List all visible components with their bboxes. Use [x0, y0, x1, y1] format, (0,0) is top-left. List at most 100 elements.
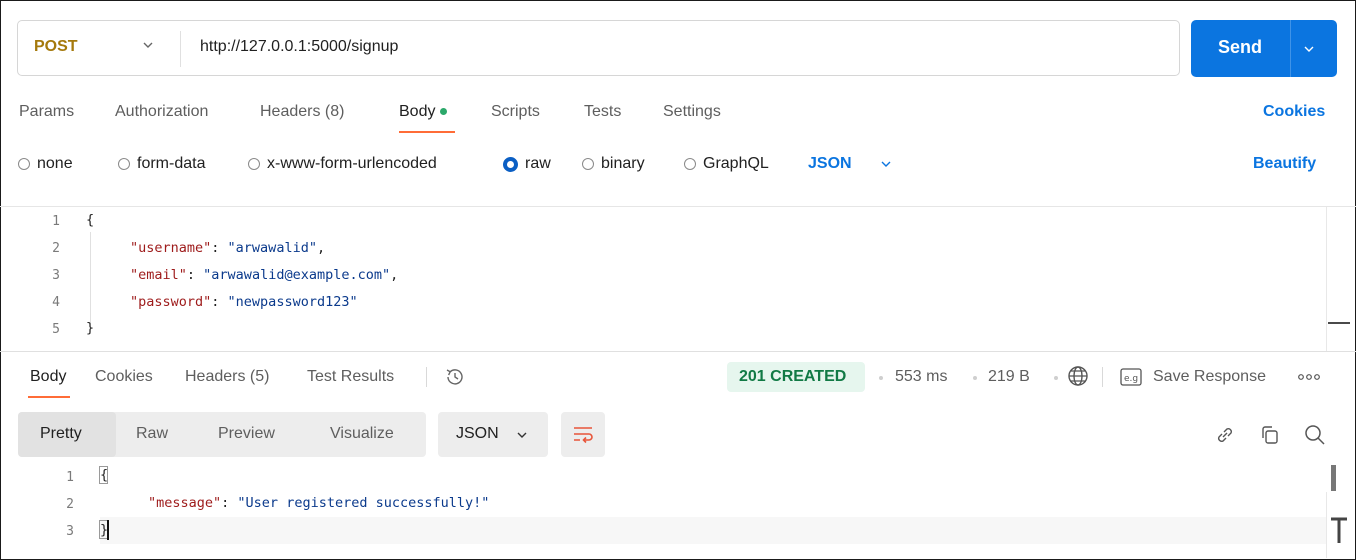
url-bar: POST http://127.0.0.1:5000/signup — [17, 20, 1180, 76]
line-number: 1 — [66, 470, 74, 485]
radio-selected-icon — [503, 156, 518, 172]
separator — [1102, 367, 1103, 387]
line-number: 4 — [52, 295, 60, 310]
wrap-lines-icon — [574, 427, 593, 444]
radio-label: none — [37, 155, 73, 172]
radio-x-www-form-urlencoded[interactable]: x-www-form-urlencoded — [248, 155, 437, 173]
view-mode-pretty[interactable]: Pretty — [40, 425, 82, 443]
view-mode-visualize[interactable]: Visualize — [330, 425, 394, 443]
line-number: 2 — [66, 497, 74, 512]
radio-label: binary — [601, 155, 645, 172]
cookies-link[interactable]: Cookies — [1263, 103, 1325, 121]
radio-binary[interactable]: binary — [582, 155, 645, 173]
line-number: 3 — [52, 268, 60, 283]
code-line: "email": "arwawalid@example.com", — [130, 267, 399, 283]
radio-none[interactable]: none — [18, 155, 73, 173]
history-icon[interactable] — [444, 366, 466, 388]
response-tab-cookies[interactable]: Cookies — [95, 368, 153, 386]
svg-text:e.g: e.g — [1124, 374, 1138, 384]
response-scrollbar-thumb[interactable] — [1331, 465, 1336, 491]
editor-scrollbar[interactable] — [1326, 207, 1327, 351]
view-mode-preview[interactable]: Preview — [218, 425, 275, 443]
json-key: "message" — [148, 495, 222, 511]
line-number: 3 — [66, 524, 74, 539]
code-brace: } — [86, 320, 95, 336]
line-number: 2 — [52, 241, 60, 256]
tab-body-label: Body — [399, 103, 436, 120]
radio-label: GraphQL — [703, 155, 769, 172]
method-select[interactable]: POST — [34, 38, 78, 56]
indent-guide — [90, 232, 91, 324]
tab-body[interactable]: Body — [399, 103, 448, 121]
tab-authorization[interactable]: Authorization — [115, 103, 208, 121]
example-icon: e.g — [1120, 368, 1142, 386]
code-line: "message": "User registered successfully… — [148, 495, 490, 511]
json-key: "email" — [130, 267, 187, 283]
radio-label: x-www-form-urlencoded — [267, 155, 437, 172]
json-key: "username" — [130, 240, 212, 256]
copy-icon[interactable] — [1259, 424, 1281, 446]
active-response-tab-indicator — [28, 396, 70, 398]
beautify-button[interactable]: Beautify — [1253, 155, 1316, 173]
radio-raw[interactable]: raw — [503, 155, 551, 173]
code-brace: { — [86, 212, 95, 228]
url-input[interactable]: http://127.0.0.1:5000/signup — [200, 38, 398, 56]
link-icon[interactable] — [1214, 424, 1236, 446]
json-value: "newpassword123" — [227, 294, 358, 310]
tab-params[interactable]: Params — [19, 103, 74, 121]
tab-scripts[interactable]: Scripts — [491, 103, 540, 121]
view-mode-selector: Pretty Raw Preview Visualize — [18, 412, 426, 457]
response-size[interactable]: 219 B — [988, 368, 1030, 386]
radio-label: form-data — [137, 155, 206, 172]
chevron-down-icon[interactable] — [1303, 43, 1315, 55]
editor-border — [0, 206, 1356, 207]
modified-dot-icon — [440, 108, 448, 116]
radio-label: raw — [525, 155, 551, 172]
radio-circle-icon — [118, 158, 130, 170]
response-tab-test-results[interactable]: Test Results — [307, 368, 394, 386]
json-value: "arwawalid" — [227, 240, 317, 256]
url-divider — [180, 31, 181, 67]
response-time[interactable]: 553 ms — [895, 368, 947, 386]
radio-circle-icon — [582, 158, 594, 170]
response-tab-headers[interactable]: Headers (5) — [185, 368, 269, 386]
tab-headers[interactable]: Headers (8) — [260, 103, 344, 121]
code-brace: { — [100, 467, 109, 483]
separator — [426, 367, 427, 387]
view-mode-raw[interactable]: Raw — [136, 425, 168, 443]
wrap-lines-button[interactable] — [561, 412, 605, 457]
tab-tests[interactable]: Tests — [584, 103, 621, 121]
send-label: Send — [1218, 37, 1263, 57]
chevron-down-icon — [517, 432, 527, 438]
code-line: "username": "arwawalid", — [130, 240, 326, 256]
radio-graphql[interactable]: GraphQL — [684, 155, 769, 173]
meta-separator-dot — [973, 376, 977, 380]
response-format-label: JSON — [456, 425, 499, 442]
json-value: "User registered successfully!" — [237, 495, 490, 511]
status-badge[interactable]: 201 CREATED — [727, 362, 865, 392]
globe-icon[interactable] — [1066, 364, 1090, 388]
chevron-down-icon[interactable] — [142, 39, 154, 51]
more-options-icon[interactable] — [1297, 372, 1321, 382]
save-response-label: Save Response — [1153, 368, 1266, 385]
radio-form-data[interactable]: form-data — [118, 155, 205, 173]
active-tab-indicator — [399, 131, 455, 133]
radio-circle-icon — [684, 158, 696, 170]
json-key: "password" — [130, 294, 212, 310]
send-button[interactable]: Send — [1191, 20, 1337, 77]
radio-circle-icon — [248, 158, 260, 170]
current-line-highlight — [100, 517, 1326, 544]
line-number: 5 — [52, 322, 60, 337]
tab-settings[interactable]: Settings — [663, 103, 721, 121]
text-cursor-icon — [1331, 517, 1347, 543]
response-tab-body[interactable]: Body — [30, 368, 66, 386]
format-select[interactable]: JSON — [808, 155, 852, 173]
response-format-select[interactable]: JSON — [438, 412, 548, 457]
response-scrollbar[interactable] — [1326, 492, 1327, 558]
meta-separator-dot — [879, 376, 883, 380]
status-text: 201 CREATED — [739, 368, 847, 385]
radio-circle-icon — [18, 158, 30, 170]
search-icon[interactable] — [1303, 423, 1327, 447]
resize-handle[interactable] — [1328, 322, 1350, 324]
chevron-down-icon[interactable] — [880, 158, 892, 170]
